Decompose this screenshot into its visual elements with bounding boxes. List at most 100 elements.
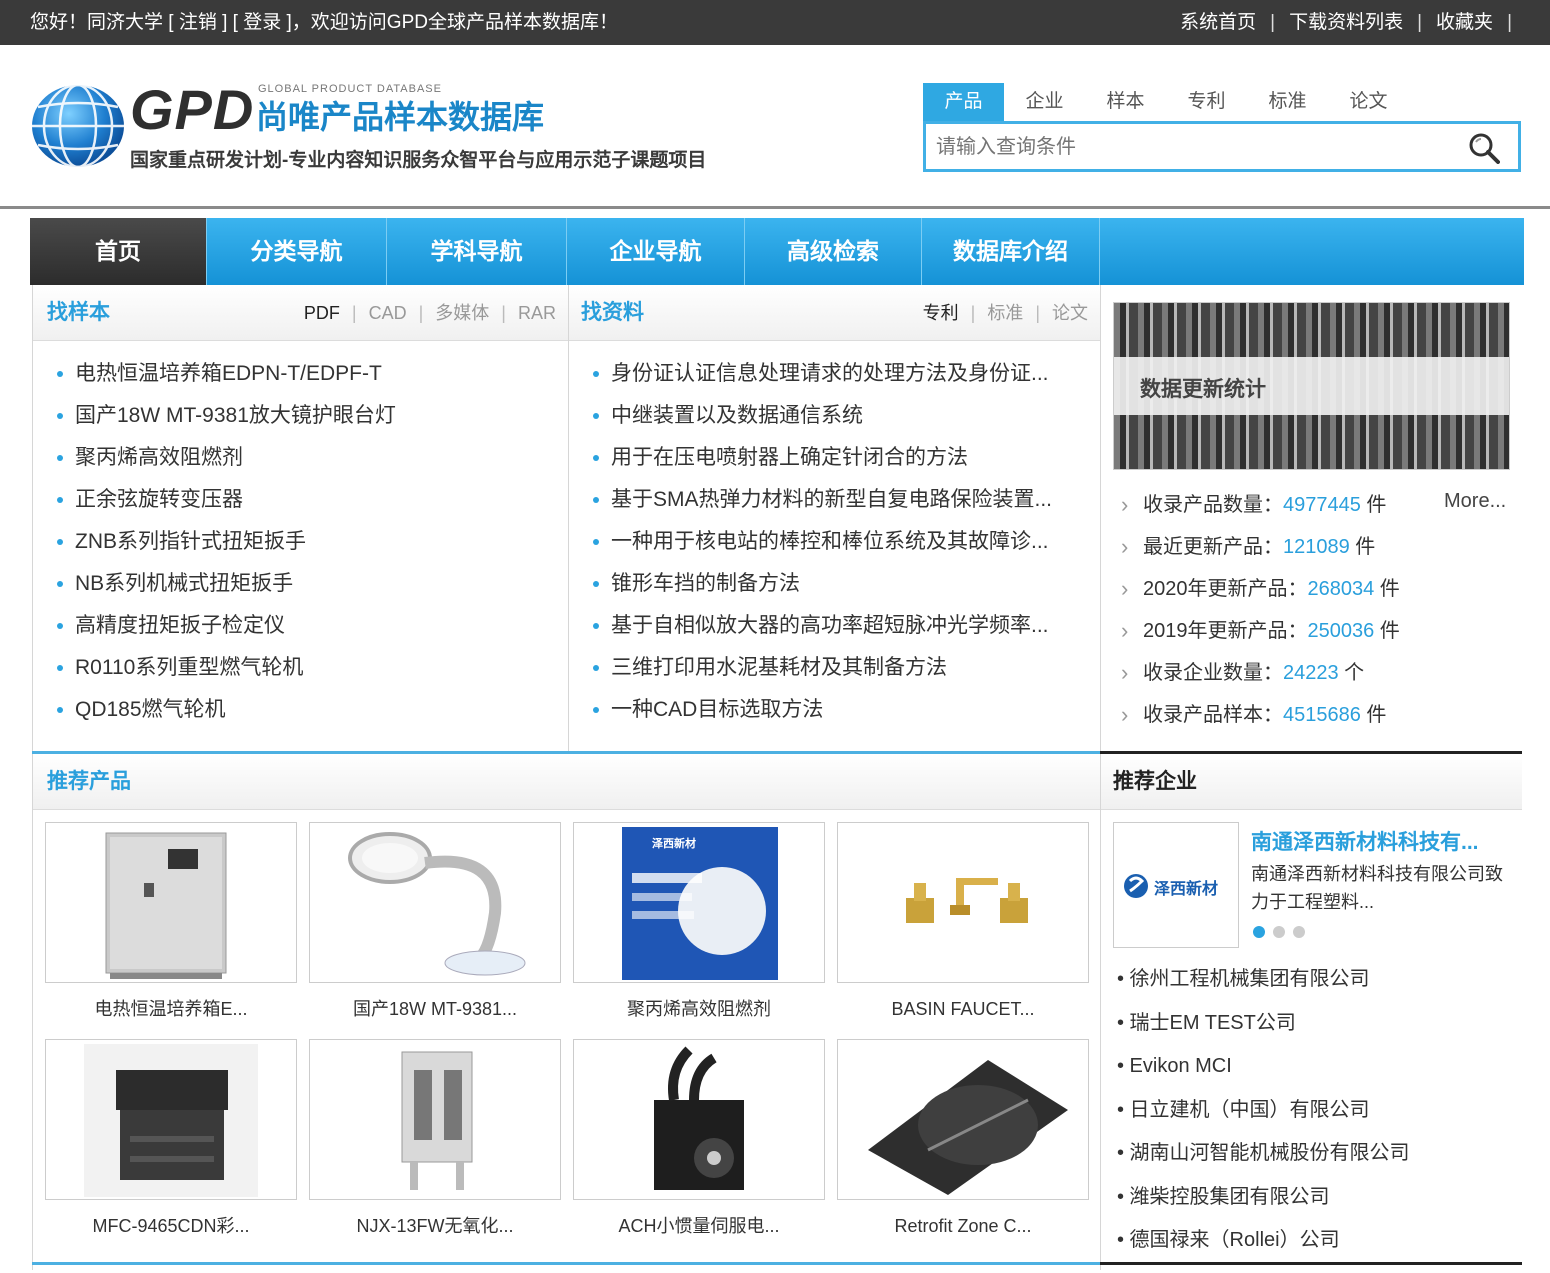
list-item[interactable]: 电热恒温培养箱EDPN-T/EDPF-T [33, 353, 568, 395]
list-item[interactable]: 一种用于核电站的棒控和棒位系统及其故障诊... [569, 521, 1100, 563]
incubator-image[interactable] [45, 822, 297, 983]
link-system-home[interactable]: 系统首页 [1180, 0, 1256, 45]
product-caption[interactable]: ACH小惯量伺服电... [573, 1200, 825, 1252]
product-caption[interactable]: Retrofit Zone C... [837, 1200, 1089, 1252]
nav-database-intro[interactable]: 数据库介绍 [922, 218, 1100, 285]
list-item[interactable]: • 徐州工程机械集团有限公司 [1117, 958, 1517, 1002]
printer-image[interactable] [45, 1039, 297, 1200]
filter-cad[interactable]: CAD [369, 285, 407, 341]
list-item[interactable]: • 潍柴控股集团有限公司 [1117, 1176, 1517, 1220]
separator: | [1035, 303, 1040, 323]
link-favorites[interactable]: 收藏夹 [1436, 0, 1493, 45]
search-tab-patent[interactable]: 专利 [1166, 83, 1247, 121]
search-tab-standard[interactable]: 标准 [1247, 83, 1328, 121]
filter-standard[interactable]: 标准 [987, 285, 1023, 341]
product-caption[interactable]: NJX-13FW无氧化... [309, 1200, 561, 1252]
magnifier-lamp-image[interactable] [309, 822, 561, 983]
flame-retardant-image[interactable]: 泽西新材 [573, 822, 825, 983]
stat-row: 收录产品数量：4977445 件 [1113, 484, 1513, 526]
carousel-dot[interactable] [1273, 926, 1285, 938]
damper-image[interactable] [837, 1039, 1089, 1200]
product-card[interactable]: BASIN FAUCET... [837, 822, 1089, 1039]
carousel-dots [1253, 926, 1305, 938]
list-item[interactable]: 基于SMA热弹力材料的新型自复电路保险装置... [569, 479, 1100, 521]
welcome-text: 您好！同济大学 [ 注销 ] [ 登录 ]，欢迎访问GPD全球产品样本数据库！ [30, 12, 618, 33]
nav-category[interactable]: 分类导航 [207, 218, 387, 285]
list-item[interactable]: 基于自相似放大器的高功率超短脉冲光学频率... [569, 605, 1100, 647]
link-download-list[interactable]: 下载资料列表 [1289, 0, 1403, 45]
list-item[interactable]: NB系列机械式扭矩扳手 [33, 563, 568, 605]
featured-enterprise-name[interactable]: 南通泽西新材料科技有... [1251, 826, 1479, 856]
list-item[interactable]: 三维打印用水泥基耗材及其制备方法 [569, 647, 1100, 689]
list-item[interactable]: 聚丙烯高效阻燃剂 [33, 437, 568, 479]
product-card[interactable]: Retrofit Zone C... [837, 1039, 1089, 1256]
stat-value: 268034 [1307, 578, 1375, 600]
list-item[interactable]: • 德国禄来（Rollei）公司 [1117, 1219, 1517, 1263]
product-card[interactable]: 电热恒温培养箱E... [45, 822, 297, 1039]
samples-list: 电热恒温培养箱EDPN-T/EDPF-T 国产18W MT-9381放大镜护眼台… [33, 353, 568, 731]
materials-list: 身份证认证信息处理请求的处理方法及身份证... 中继装置以及数据通信系统 用于在… [569, 353, 1100, 731]
filter-paper[interactable]: 论文 [1052, 285, 1088, 341]
nav-home[interactable]: 首页 [30, 218, 207, 285]
list-item[interactable]: 国产18W MT-9381放大镜护眼台灯 [33, 395, 568, 437]
nav-advanced-search[interactable]: 高级检索 [745, 218, 922, 285]
stat-unit: 件 [1349, 536, 1376, 558]
carousel-dot[interactable] [1293, 926, 1305, 938]
list-item[interactable]: • 瑞士EM TEST公司 [1117, 1002, 1517, 1046]
stats-banner[interactable]: 数据更新统计 [1113, 302, 1510, 470]
product-caption[interactable]: 电热恒温培养箱E... [45, 983, 297, 1035]
product-caption[interactable]: MFC-9465CDN彩... [45, 1200, 297, 1252]
filter-pdf[interactable]: PDF [304, 285, 340, 341]
search-tab-product[interactable]: 产品 [923, 83, 1004, 121]
product-caption[interactable]: 国产18W MT-9381... [309, 983, 561, 1035]
list-item[interactable]: 正余弦旋转变压器 [33, 479, 568, 521]
stat-label: 最近更新产品： [1143, 536, 1283, 558]
filter-patent[interactable]: 专利 [923, 285, 959, 341]
filter-rar[interactable]: RAR [518, 285, 556, 341]
list-item[interactable]: 锥形车挡的制备方法 [569, 563, 1100, 605]
logo-gpd-text: GPD [130, 78, 255, 141]
top-links: 系统首页 | 下载资料列表 | 收藏夹 | [1180, 0, 1526, 45]
product-caption[interactable]: 聚丙烯高效阻燃剂 [573, 983, 825, 1035]
list-item[interactable]: ZNB系列指针式扭矩扳手 [33, 521, 568, 563]
search-tab-sample[interactable]: 样本 [1085, 83, 1166, 121]
product-card[interactable]: MFC-9465CDN彩... [45, 1039, 297, 1256]
product-card[interactable]: ACH小惯量伺服电... [573, 1039, 825, 1256]
list-item[interactable]: 身份证认证信息处理请求的处理方法及身份证... [569, 353, 1100, 395]
list-item[interactable]: • 湖南山河智能机械股份有限公司 [1117, 1132, 1517, 1176]
stat-label: 收录产品数量： [1143, 494, 1283, 516]
search-tabs: 产品 企业 样本 专利 标准 论文 [923, 83, 1409, 121]
stats-banner-label: 数据更新统计 [1140, 378, 1266, 401]
faucet-image[interactable] [837, 822, 1089, 983]
search-tab-enterprise[interactable]: 企业 [1004, 83, 1085, 121]
enterprise-logo[interactable]: 泽西新材 [1113, 822, 1239, 948]
list-item[interactable]: 中继装置以及数据通信系统 [569, 395, 1100, 437]
globe-logo-icon [32, 83, 124, 169]
product-card[interactable]: 国产18W MT-9381... [309, 822, 561, 1039]
stat-value: 4977445 [1283, 494, 1361, 516]
nav-enterprise[interactable]: 企业导航 [567, 218, 745, 285]
product-caption[interactable]: BASIN FAUCET... [837, 983, 1089, 1035]
carousel-dot[interactable] [1253, 926, 1265, 938]
list-item[interactable]: • Evikon MCI [1117, 1045, 1517, 1089]
logo-subtitle: GLOBAL PRODUCT DATABASE [258, 83, 442, 95]
list-item[interactable]: 一种CAD目标选取方法 [569, 689, 1100, 731]
products-panel-header: 推荐产品 [33, 754, 1100, 810]
list-item[interactable]: 用于在压电喷射器上确定针闭合的方法 [569, 437, 1100, 479]
search-tab-paper[interactable]: 论文 [1328, 83, 1409, 121]
list-item[interactable]: QD185燃气轮机 [33, 689, 568, 731]
product-card[interactable]: 泽西新材 聚丙烯高效阻燃剂 [573, 822, 825, 1039]
separator: | [418, 303, 424, 323]
list-item[interactable]: • 日立建机（中国）有限公司 [1117, 1089, 1517, 1133]
filter-multimedia[interactable]: 多媒体 [435, 285, 489, 341]
product-card[interactable]: NJX-13FW无氧化... [309, 1039, 561, 1256]
servo-motor-image[interactable] [573, 1039, 825, 1200]
stat-label: 2020年更新产品： [1143, 578, 1308, 600]
relay-image[interactable] [309, 1039, 561, 1200]
separator: | [501, 303, 506, 323]
search-input[interactable] [936, 132, 1456, 162]
search-icon[interactable] [1468, 132, 1500, 164]
list-item[interactable]: R0110系列重型燃气轮机 [33, 647, 568, 689]
nav-subject[interactable]: 学科导航 [387, 218, 567, 285]
list-item[interactable]: 高精度扭矩扳子检定仪 [33, 605, 568, 647]
